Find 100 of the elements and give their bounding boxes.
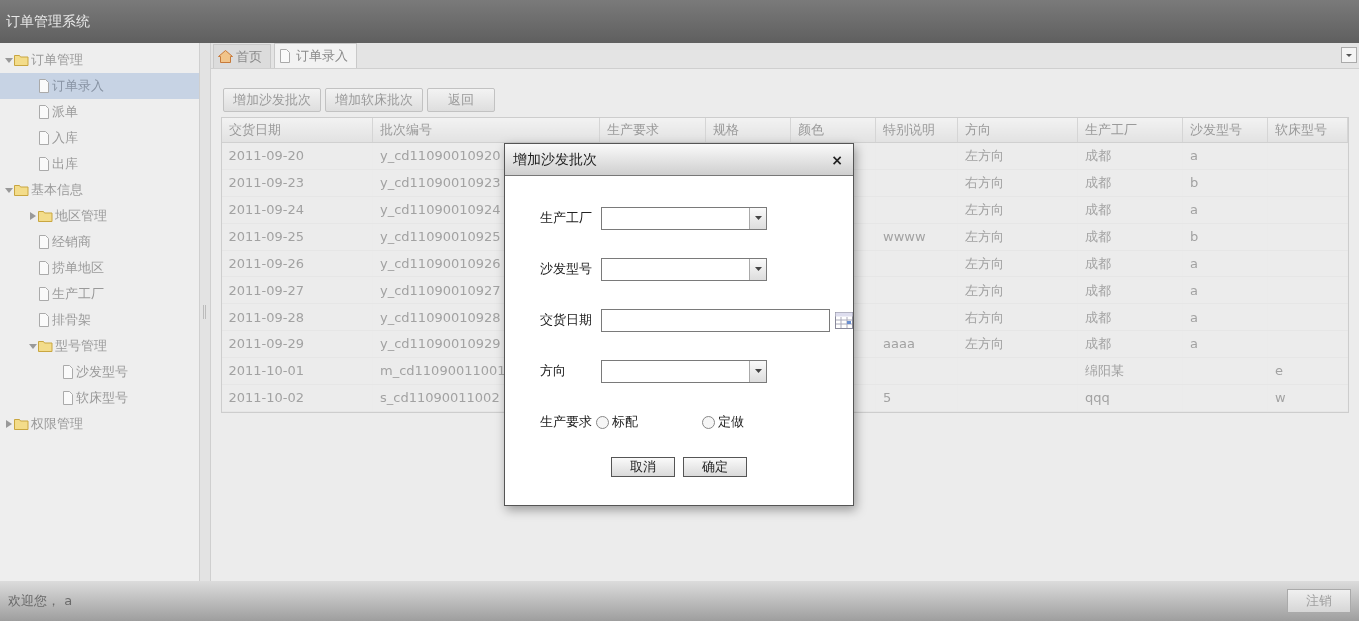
table-cell: b [1182, 169, 1268, 197]
tab[interactable]: 订单录入 [273, 43, 357, 68]
dropdown-field[interactable] [601, 206, 767, 230]
tree-item[interactable]: 沙发型号 [0, 359, 199, 385]
table-cell: 2011-10-01 [221, 357, 373, 385]
table-cell: 右方向 [957, 303, 1078, 331]
dialog-title: 增加沙发批次 [513, 150, 597, 169]
tree-item[interactable]: 订单录入 [0, 73, 199, 99]
welcome-text: 欢迎您， a [8, 592, 73, 611]
app-title: 订单管理系统 [6, 12, 90, 31]
dialog-button[interactable]: 确定 [683, 457, 747, 477]
column-header[interactable]: 沙发型号 [1182, 117, 1268, 143]
expanded-arrow-icon[interactable] [5, 55, 13, 64]
collapsed-arrow-icon[interactable] [5, 419, 13, 428]
tree-item[interactable]: 出库 [0, 151, 199, 177]
table-cell: 成都 [1077, 303, 1183, 331]
table-cell: 左方向 [957, 330, 1078, 358]
table-cell: qqq [1077, 384, 1183, 412]
table-cell: a [1182, 142, 1268, 170]
column-header[interactable]: 软床型号 [1267, 117, 1348, 143]
expanded-arrow-icon[interactable] [5, 185, 13, 194]
folder-icon [14, 184, 29, 196]
toolbar-button[interactable]: 返回 [426, 88, 495, 112]
date-field[interactable] [601, 308, 830, 332]
document-icon [38, 157, 50, 171]
table-cell: a [1182, 330, 1268, 358]
tree-item[interactable]: 捞单地区 [0, 255, 199, 281]
table-cell: wwww [875, 223, 958, 251]
expanded-arrow-icon[interactable] [29, 341, 37, 350]
column-header[interactable]: 方向 [957, 117, 1078, 143]
toolbar-button[interactable]: 增加沙发批次 [222, 88, 321, 112]
tree-item[interactable]: 型号管理 [0, 333, 199, 359]
table-cell: 2011-09-23 [221, 169, 373, 197]
folder-icon [14, 418, 29, 430]
table-cell: 2011-09-28 [221, 303, 373, 331]
tree-item[interactable]: 派单 [0, 99, 199, 125]
tree-item[interactable]: 订单管理 [0, 47, 199, 73]
table-cell: 2011-09-26 [221, 250, 373, 277]
table-cell: e [1267, 357, 1348, 385]
tree-item[interactable]: 生产工厂 [0, 281, 199, 307]
table-cell: 成都 [1077, 142, 1183, 170]
field-label: 方向 [540, 362, 567, 381]
table-cell: b [1182, 223, 1268, 251]
table-cell: 成都 [1077, 223, 1183, 251]
table-cell: 左方向 [957, 223, 1078, 251]
column-header[interactable]: 规格 [705, 117, 791, 143]
radio-option[interactable]: 定做 [702, 412, 744, 432]
close-button[interactable]: × [829, 152, 845, 167]
tree-item[interactable]: 经销商 [0, 229, 199, 255]
table-cell: 2011-09-29 [221, 330, 373, 358]
table-cell: 成都 [1077, 169, 1183, 197]
column-header[interactable]: 生产工厂 [1077, 117, 1183, 143]
column-header[interactable]: 交货日期 [221, 117, 373, 143]
table-cell: 5 [875, 384, 958, 412]
table-cell: 绵阳某 [1077, 357, 1183, 385]
tab-menu-button[interactable] [1341, 47, 1357, 63]
table-cell: 成都 [1077, 276, 1183, 304]
logout-button[interactable]: 注销 [1287, 589, 1351, 613]
caret-icon [754, 216, 762, 220]
dropdown-field[interactable] [601, 257, 767, 281]
table-cell: 2011-09-24 [221, 196, 373, 224]
calendar-icon[interactable] [835, 311, 853, 329]
document-icon [38, 235, 50, 249]
column-header[interactable]: 颜色 [790, 117, 876, 143]
tree-item[interactable]: 入库 [0, 125, 199, 151]
table-cell: w [1267, 384, 1348, 412]
table-cell: a [1182, 303, 1268, 331]
radio-option[interactable]: 标配 [596, 412, 638, 432]
tab[interactable]: 首页 [212, 44, 271, 68]
folder-icon [14, 54, 29, 66]
document-icon [38, 313, 50, 327]
column-header[interactable]: 批次编号 [372, 117, 600, 143]
folder-icon [38, 340, 53, 352]
radio-button[interactable] [596, 415, 609, 429]
table-cell: aaaa [875, 330, 958, 358]
collapsed-arrow-icon[interactable] [29, 211, 37, 220]
caret-icon [754, 369, 762, 373]
folder-icon [38, 210, 53, 222]
field-label: 交货日期 [540, 311, 593, 330]
table-cell: a [1182, 196, 1268, 224]
field-label: 沙发型号 [540, 260, 593, 279]
column-header[interactable]: 特别说明 [875, 117, 958, 143]
column-header[interactable]: 生产要求 [599, 117, 706, 143]
tree-item[interactable]: 地区管理 [0, 203, 199, 229]
table-cell: 左方向 [957, 250, 1078, 277]
tree-item[interactable]: 基本信息 [0, 177, 199, 203]
toolbar-button[interactable]: 增加软床批次 [324, 88, 423, 112]
table-cell: 成都 [1077, 330, 1183, 358]
dropdown-field[interactable] [601, 359, 767, 383]
document-icon [278, 49, 291, 63]
table-cell: 2011-09-27 [221, 276, 373, 304]
radio-button[interactable] [702, 415, 715, 429]
dialog-button[interactable]: 取消 [611, 457, 675, 477]
tree-item[interactable]: 软床型号 [0, 385, 199, 411]
document-icon [62, 391, 74, 405]
table-cell: 左方向 [957, 142, 1078, 170]
document-icon [38, 79, 50, 93]
document-icon [38, 287, 50, 301]
tree-item[interactable]: 权限管理 [0, 411, 199, 437]
tree-item[interactable]: 排骨架 [0, 307, 199, 333]
